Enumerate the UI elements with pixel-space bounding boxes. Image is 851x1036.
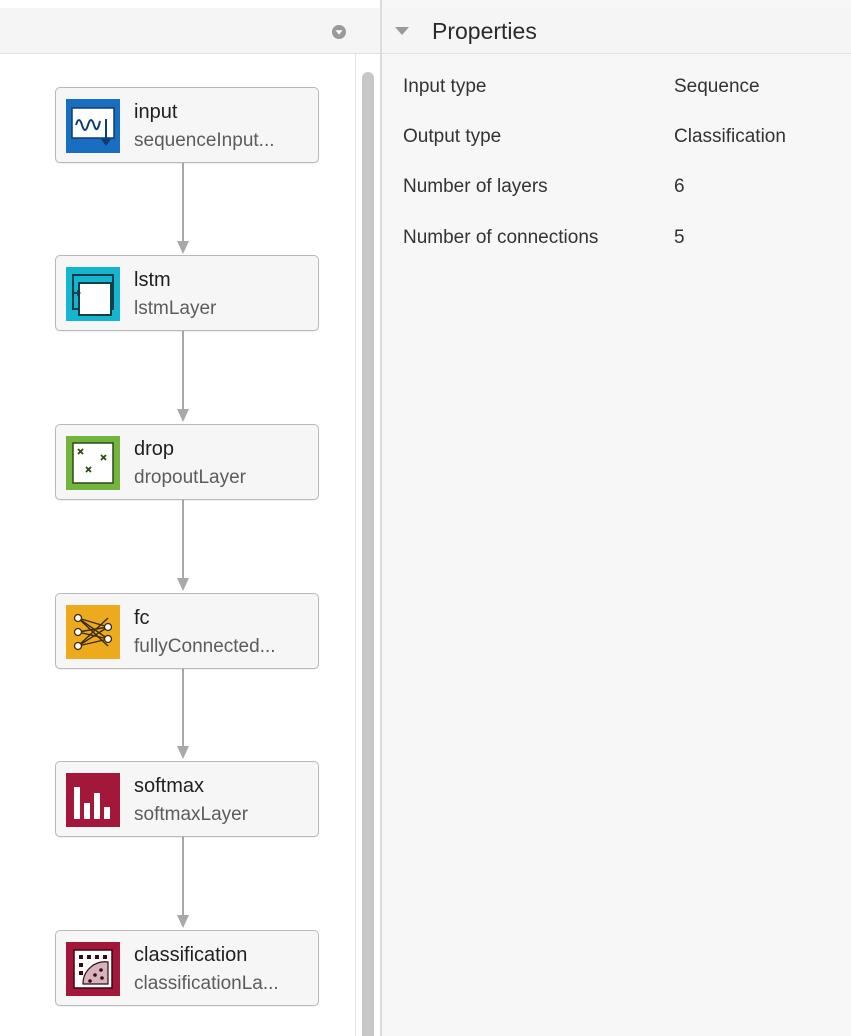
- property-row-output-type: Output type Classification: [382, 126, 851, 166]
- layer-node-lstm[interactable]: lstm lstmLayer: [55, 255, 319, 331]
- connection-5[interactable]: [177, 836, 189, 928]
- property-value: Sequence: [674, 76, 760, 97]
- layer-type: classificationLa...: [134, 973, 279, 994]
- layer-name: lstm: [134, 269, 171, 291]
- collapse-icon[interactable]: [331, 24, 347, 40]
- classification-icon: [66, 942, 120, 996]
- layer-node-fc[interactable]: fc fullyConnected...: [55, 593, 319, 669]
- property-value: Classification: [674, 126, 786, 147]
- property-value: 6: [674, 176, 685, 197]
- layer-type: softmaxLayer: [134, 804, 249, 825]
- connection-2[interactable]: [177, 331, 189, 422]
- layer-name: classification: [134, 944, 248, 966]
- layer-type: dropoutLayer: [134, 467, 246, 488]
- property-row-number-of-connections: Number of connections 5: [382, 227, 851, 267]
- property-label: Input type: [403, 76, 487, 97]
- softmax-icon: [66, 773, 120, 827]
- layer-type: fullyConnected...: [134, 636, 276, 657]
- fully-connected-icon: [66, 605, 120, 659]
- properties-pane: Properties Input type Sequence Output ty…: [382, 0, 851, 1036]
- graph-scrollbar[interactable]: [355, 54, 379, 1036]
- layer-graph-pane: input sequenceInput... lstm lstmLayer dr…: [0, 0, 381, 1036]
- layer-type: sequenceInput...: [134, 130, 275, 151]
- dropout-icon: [66, 436, 120, 490]
- property-value: 5: [674, 227, 685, 248]
- connection-1[interactable]: [177, 163, 189, 254]
- connection-4[interactable]: [177, 668, 189, 759]
- property-row-number-of-layers: Number of layers 6: [382, 176, 851, 216]
- sequence-input-icon: [66, 99, 120, 153]
- layer-node-input[interactable]: input sequenceInput...: [55, 87, 319, 163]
- layer-type: lstmLayer: [134, 298, 217, 319]
- deep-network-designer: input sequenceInput... lstm lstmLayer dr…: [0, 0, 851, 1036]
- graph-scrollbar-thumb[interactable]: [362, 72, 374, 1036]
- property-label: Number of connections: [403, 227, 599, 248]
- layer-name: softmax: [134, 775, 205, 797]
- properties-header[interactable]: Properties: [382, 8, 851, 54]
- layer-node-softmax[interactable]: softmax softmaxLayer: [55, 761, 319, 837]
- connection-3[interactable]: [177, 499, 189, 591]
- property-label: Number of layers: [403, 176, 548, 197]
- property-row-input-type: Input type Sequence: [382, 76, 851, 116]
- lstm-icon: [66, 267, 120, 321]
- layer-name: drop: [134, 438, 175, 460]
- layer-name: fc: [134, 607, 150, 629]
- expand-triangle-icon[interactable]: [394, 24, 410, 38]
- property-label: Output type: [403, 126, 502, 147]
- properties-title: Properties: [432, 18, 537, 44]
- layer-name: input: [134, 101, 178, 123]
- layer-node-drop[interactable]: drop dropoutLayer: [55, 424, 319, 500]
- layer-node-classification[interactable]: classification classificationLa...: [55, 930, 319, 1006]
- graph-pane-header: [0, 8, 381, 54]
